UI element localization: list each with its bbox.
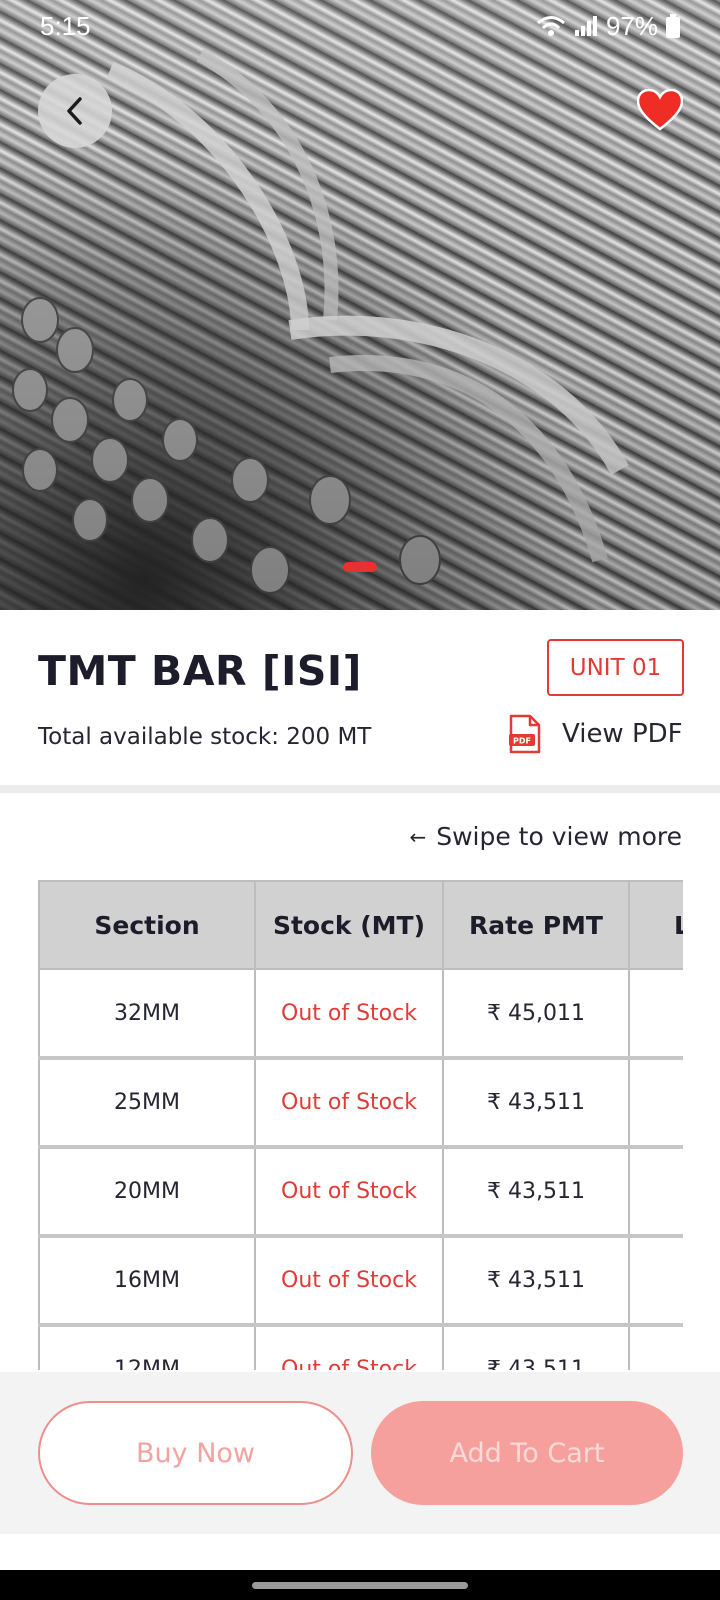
- cell-stock-status: Out of Stock: [254, 1057, 444, 1149]
- column-header-partial: L: [628, 880, 683, 970]
- pdf-icon-label: PDF: [513, 737, 531, 746]
- view-pdf-label: View PDF: [562, 719, 683, 749]
- cell-rate: ₹ 43,511: [442, 1146, 630, 1238]
- column-header-rate: Rate PMT: [442, 880, 630, 970]
- arrow-left-icon: ←: [409, 824, 427, 849]
- cell-extra: [628, 968, 683, 1060]
- add-to-cart-button[interactable]: Add To Cart: [371, 1401, 683, 1505]
- cell-rate: ₹ 43,511: [442, 1324, 630, 1370]
- wifi-icon: [536, 16, 565, 36]
- cell-extra: [628, 1146, 683, 1238]
- rate-table-scroll[interactable]: Section Stock (MT) Rate PMT L 32MM Out o…: [38, 880, 683, 1370]
- cell-section: 16MM: [38, 1235, 256, 1327]
- column-header-section: Section: [38, 880, 256, 970]
- table-row[interactable]: 25MM Out of Stock ₹ 43,511: [38, 1057, 683, 1149]
- table-row[interactable]: 12MM Out of Stock ₹ 43,511: [38, 1324, 683, 1370]
- cell-rate: ₹ 45,011: [442, 968, 630, 1060]
- cell-stock-status: Out of Stock: [254, 1235, 444, 1327]
- back-button[interactable]: [38, 74, 112, 148]
- table-row[interactable]: 32MM Out of Stock ₹ 45,011: [38, 968, 683, 1060]
- cell-section: 20MM: [38, 1146, 256, 1238]
- pdf-file-icon: PDF: [509, 714, 541, 754]
- signal-icon: [574, 16, 597, 36]
- status-bar: 5:15 97%: [0, 0, 720, 52]
- chevron-left-icon: [67, 97, 82, 125]
- cell-stock-status: Out of Stock: [254, 968, 444, 1060]
- table-row[interactable]: 20MM Out of Stock ₹ 43,511: [38, 1146, 683, 1238]
- swipe-hint: ← Swipe to view more: [409, 822, 682, 851]
- favorite-button[interactable]: [632, 84, 688, 136]
- cell-extra: [628, 1057, 683, 1149]
- battery-percentage: 97%: [605, 10, 658, 41]
- total-stock-text: Total available stock: 200 MT: [38, 724, 372, 750]
- column-header-stock: Stock (MT): [254, 880, 444, 970]
- view-pdf-link[interactable]: PDF View PDF: [508, 714, 683, 754]
- cell-extra: [628, 1235, 683, 1327]
- cell-stock-status: Out of Stock: [254, 1146, 444, 1238]
- carousel-indicator-active: [343, 562, 377, 572]
- product-title: TMT BAR [ISI]: [38, 647, 362, 695]
- product-image-carousel[interactable]: 5:15 97%: [0, 0, 720, 610]
- cell-rate: ₹ 43,511: [442, 1235, 630, 1327]
- cell-rate: ₹ 43,511: [442, 1057, 630, 1149]
- table-header-row: Section Stock (MT) Rate PMT L: [38, 880, 683, 970]
- battery-icon: [666, 14, 680, 38]
- bottom-action-bar: Buy Now Add To Cart: [0, 1372, 720, 1534]
- product-header: TMT BAR [ISI] UNIT 01 Total available st…: [0, 610, 720, 785]
- heart-icon: [637, 89, 683, 131]
- section-divider: [0, 785, 720, 793]
- cell-stock-status: Out of Stock: [254, 1324, 444, 1370]
- cell-section: 25MM: [38, 1057, 256, 1149]
- cell-section: 12MM: [38, 1324, 256, 1370]
- table-row[interactable]: 16MM Out of Stock ₹ 43,511: [38, 1235, 683, 1327]
- cell-extra: [628, 1324, 683, 1370]
- unit-badge[interactable]: UNIT 01: [547, 639, 684, 696]
- rate-table: Section Stock (MT) Rate PMT L 32MM Out o…: [38, 880, 683, 1370]
- cell-section: 32MM: [38, 968, 256, 1060]
- home-gesture-handle[interactable]: [252, 1582, 468, 1589]
- status-time: 5:15: [40, 10, 91, 41]
- buy-now-button[interactable]: Buy Now: [38, 1401, 353, 1505]
- swipe-hint-label: Swipe to view more: [436, 822, 682, 851]
